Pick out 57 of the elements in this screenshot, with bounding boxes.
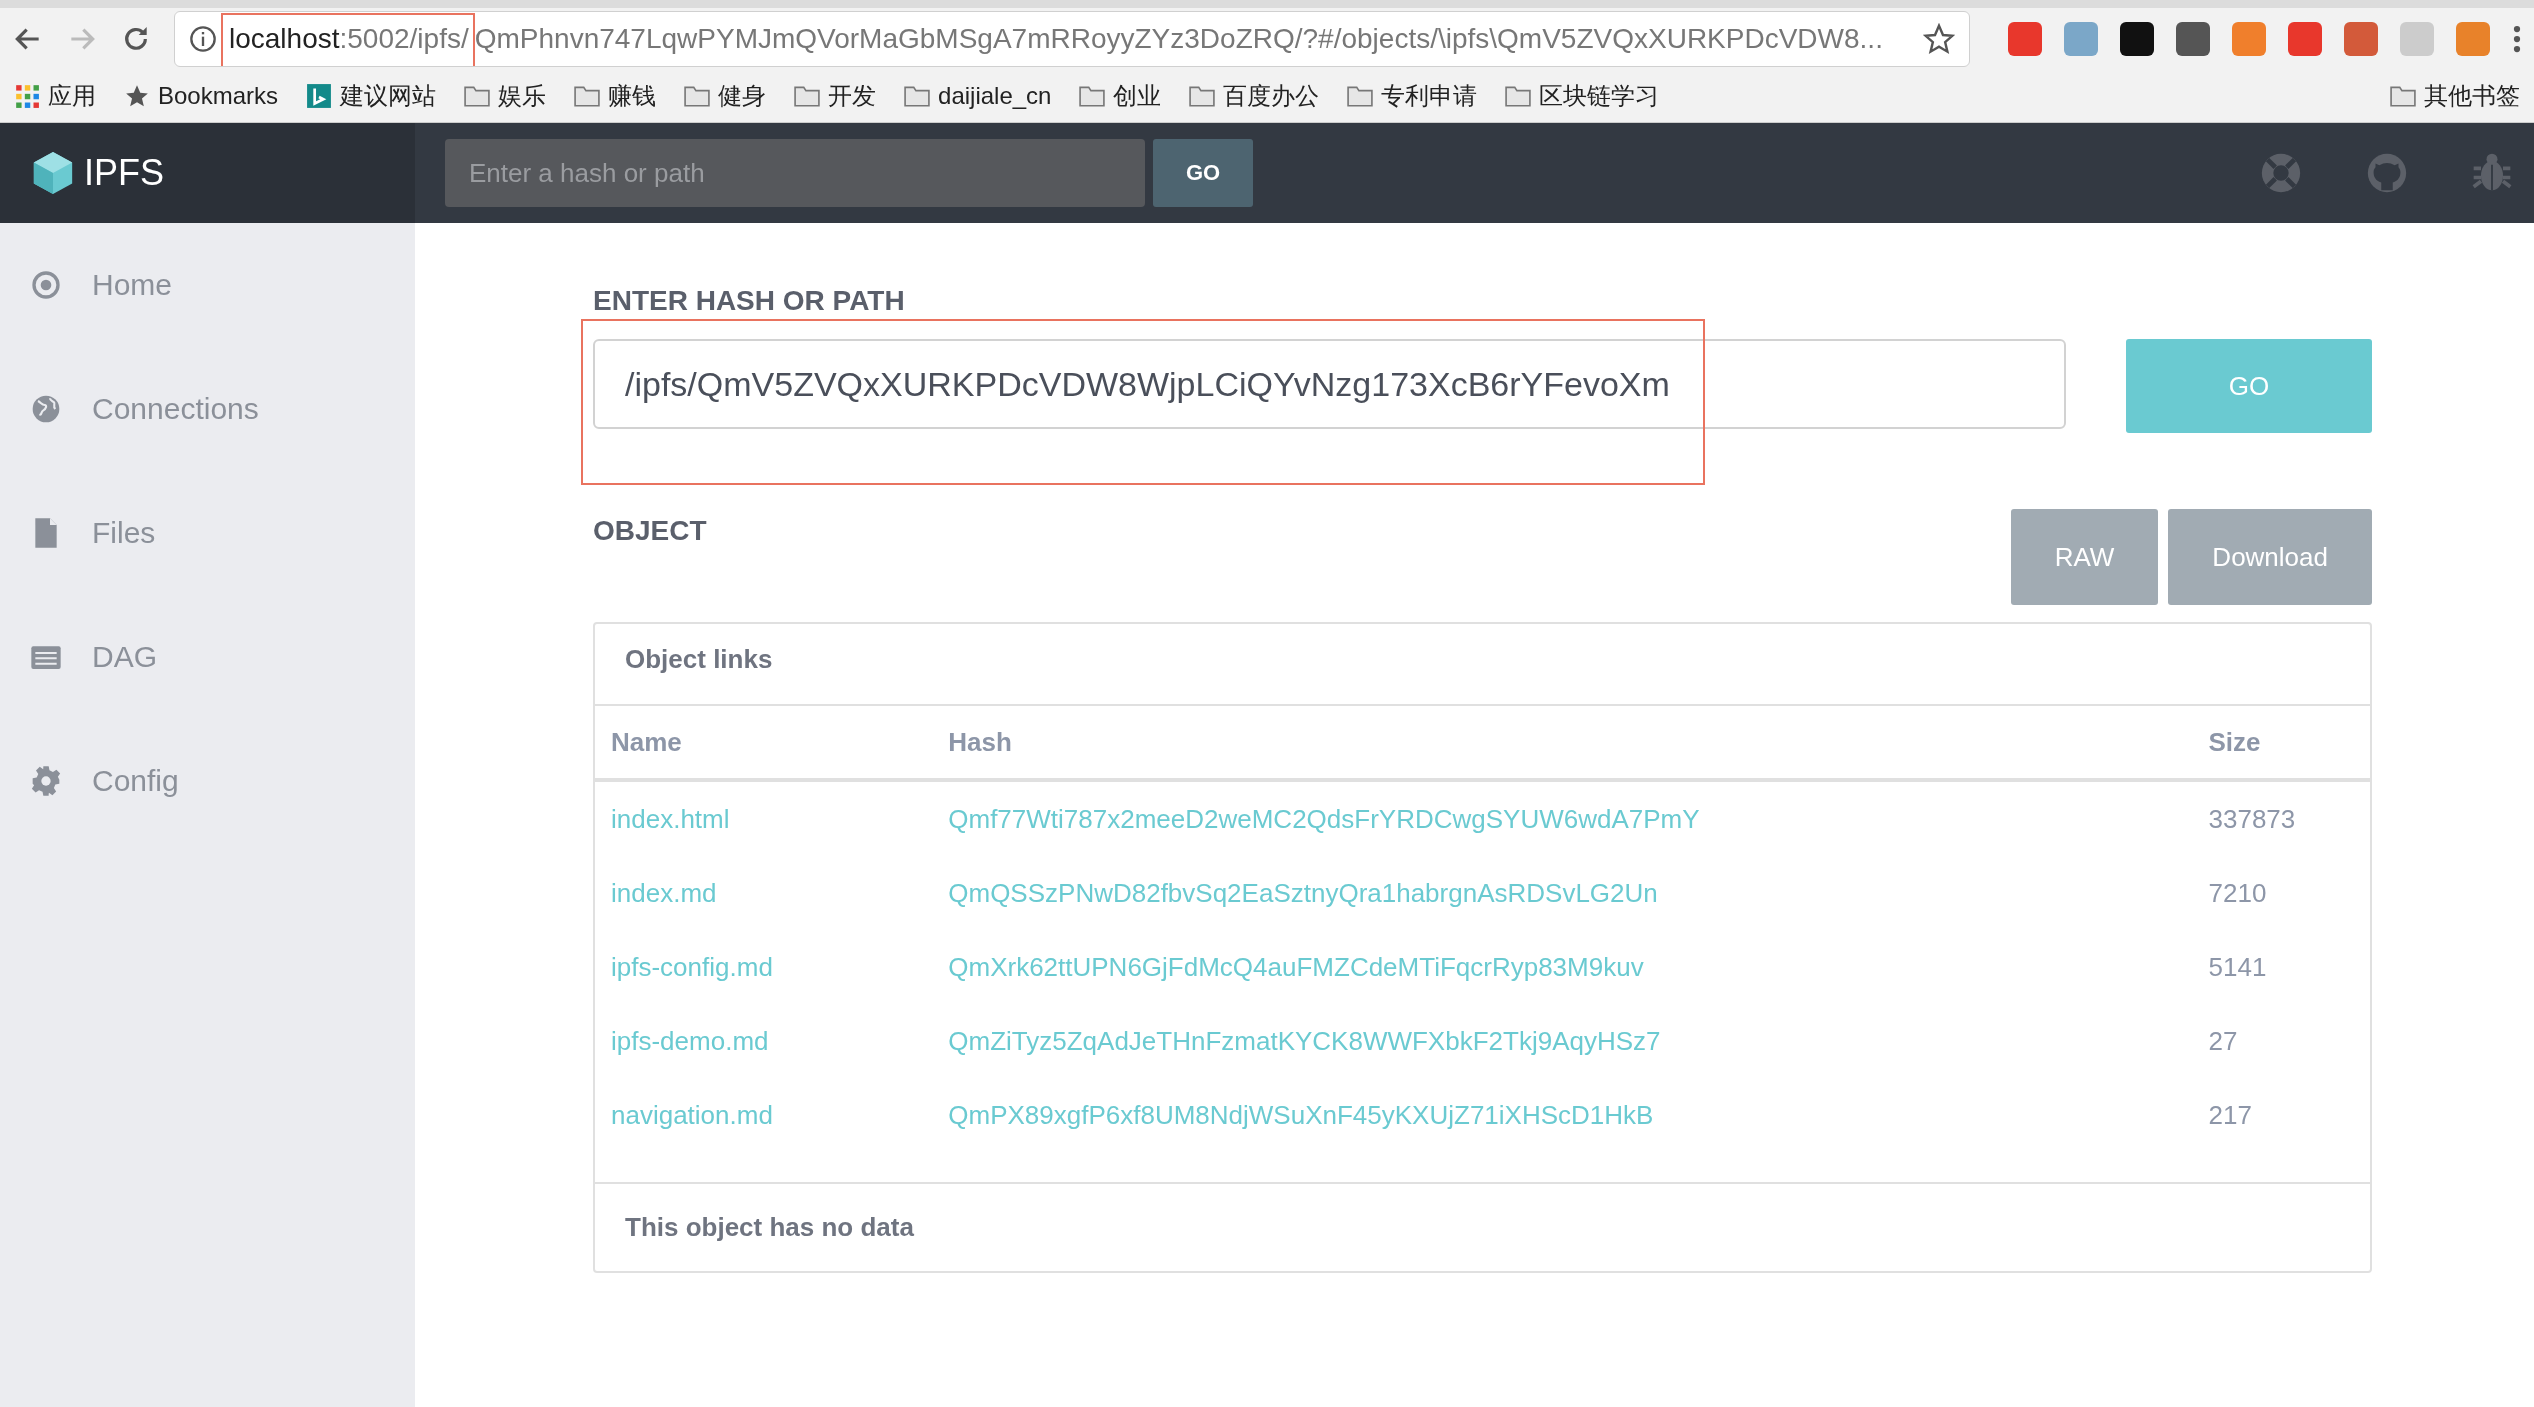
- bookmark[interactable]: 娱乐: [464, 80, 547, 112]
- path-input[interactable]: /ipfs/QmV5ZVQxXURKPDcVDW8WjpLCiQYvNzg173XcB6rYFevoXm: [593, 339, 2066, 429]
- action-button[interactable]: Download: [2168, 509, 2372, 605]
- bookmark[interactable]: 健身: [684, 80, 767, 112]
- file-link[interactable]: index.html: [611, 803, 730, 834]
- hash-link[interactable]: QmPX89xgfP6xf8UM8NdjWSuXnF45yKXUjZ71iXHScD1HkB: [948, 1099, 1654, 1130]
- file-link[interactable]: ipfs-config.md: [611, 951, 773, 982]
- size-text: 27: [2208, 1025, 2238, 1056]
- hash-link[interactable]: QmQSSzPNwD82fbvSq2EaSztnyQra1habrgnAsRDSvLG2Un: [948, 877, 1658, 908]
- go-button[interactable]: GO: [2126, 339, 2372, 433]
- bookmark[interactable]: 开发: [794, 80, 877, 112]
- field-label: ENTER HASH OR PATH: [593, 285, 906, 317]
- file-link[interactable]: index.md: [611, 877, 717, 908]
- address-bar[interactable]: localhost:5002/ipfs/ QmPhnvn747LqwPYMJmQVorMaGbMSgA7mRRoyyZYz3DoZRQ/?#/objects/\ipfs\QmV5ZVQxXURKPDcVDW8...: [174, 11, 1970, 67]
- star-icon[interactable]: [1923, 23, 1955, 55]
- app-logo-text: IPFS: [84, 152, 164, 194]
- sidebar-item[interactable]: Home: [0, 223, 415, 347]
- bookmark[interactable]: 其他书签: [2390, 80, 2520, 112]
- hash-link[interactable]: QmZiTyz5ZqAdJeTHnFzmatKYCK8WWFXbkF2Tkj9AqyHSz7: [948, 1025, 1661, 1056]
- section-title: OBJECT: [593, 515, 708, 547]
- bookmark[interactable]: 专利申请: [1347, 80, 1478, 112]
- bookmark[interactable]: 区块链学习: [1505, 80, 1660, 112]
- file-link[interactable]: navigation.md: [611, 1099, 773, 1130]
- target-icon: [30, 269, 62, 301]
- bookmark[interactable]: daijiale_cn: [904, 82, 1052, 110]
- sidebar-item[interactable]: Files: [0, 471, 415, 595]
- search-field[interactable]: Enter a hash or path: [445, 139, 1145, 207]
- column-header: Name: [611, 726, 682, 757]
- bookmark[interactable]: 建议网站: [306, 80, 437, 112]
- sidebar-item[interactable]: DAG: [0, 595, 415, 719]
- bookmark[interactable]: 应用: [14, 80, 96, 112]
- action-button[interactable]: RAW: [2010, 509, 2159, 605]
- size-text: 337873: [2208, 803, 2296, 834]
- more-icon[interactable]: [2512, 24, 2522, 54]
- bookmark[interactable]: Bookmarks: [124, 82, 279, 110]
- info-icon[interactable]: [189, 25, 217, 53]
- star-icon: [124, 83, 150, 109]
- bookmark[interactable]: 赚钱: [574, 80, 657, 112]
- hash-link[interactable]: Qmf77Wti787x2meeD2weMC2QdsFrYRDCwgSYUW6wdA7PmY: [948, 803, 1700, 834]
- go-button[interactable]: GO: [1153, 139, 1253, 207]
- gear-icon: [30, 765, 62, 797]
- column-header: Hash: [948, 726, 1012, 757]
- file-link[interactable]: ipfs-demo.md: [611, 1025, 769, 1056]
- apps-icon: [14, 83, 40, 109]
- column-header: Size: [2208, 726, 2261, 757]
- bookmark[interactable]: 创业: [1079, 80, 1162, 112]
- size-text: 7210: [2208, 877, 2267, 908]
- size-text: 217: [2208, 1099, 2252, 1130]
- site-icon: [306, 83, 333, 109]
- sidebar-item[interactable]: Connections: [0, 347, 415, 471]
- card-title: Object links: [595, 624, 2370, 706]
- no-data-text: This object has no data: [625, 1212, 914, 1242]
- url-text: localhost:5002/ipfs/ QmPhnvn747LqwPYMJmQVorMaGbMSgA7mRRoyyZYz3DoZRQ/?#/objects/\ipfs\QmV5ZVQxXURKPDcVDW8...: [229, 23, 1883, 55]
- sidebar-item[interactable]: Config: [0, 719, 415, 843]
- hash-link[interactable]: QmXrk62ttUPN6GjFdMcQ4auFMZCdeMTiFqcrRyp83M9kuv: [948, 951, 1644, 982]
- bookmark[interactable]: 百度办公: [1189, 80, 1320, 112]
- size-text: 5141: [2208, 951, 2267, 982]
